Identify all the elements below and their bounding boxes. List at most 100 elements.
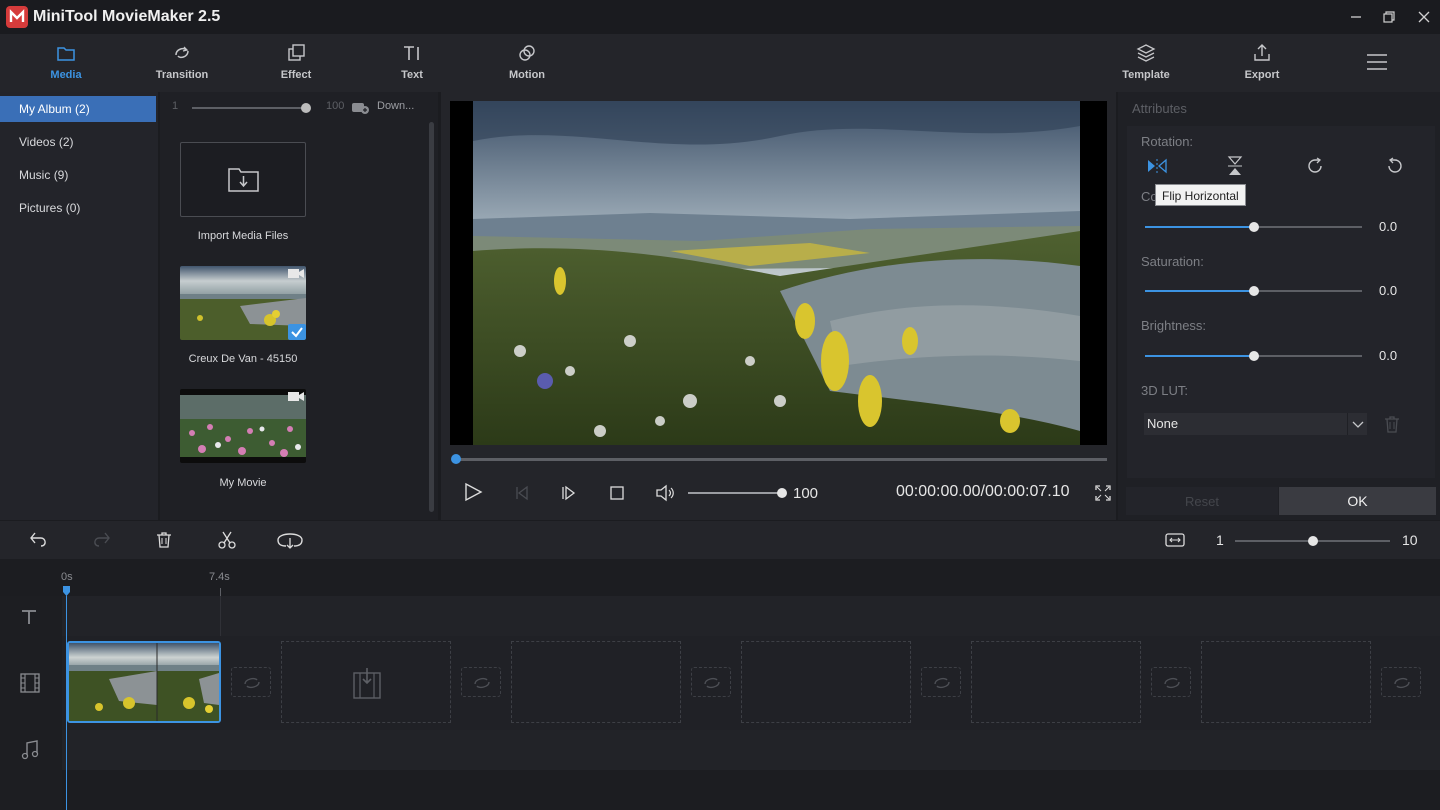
transition-slot[interactable]: [691, 667, 731, 697]
brightness-slider[interactable]: [1145, 355, 1362, 357]
music-note-icon: [21, 740, 39, 760]
category-music[interactable]: Music (9): [0, 162, 156, 188]
thumb-zoom-knob[interactable]: [301, 103, 311, 113]
media-clip-my-movie[interactable]: [180, 389, 306, 463]
transition-slot[interactable]: [1151, 667, 1191, 697]
layers-icon: [1136, 43, 1156, 63]
fit-timeline-icon[interactable]: [1165, 533, 1185, 547]
thumb-zoom-min: 1: [172, 100, 178, 112]
timeline-zoom-max: 10: [1402, 532, 1418, 548]
timeline-toolbar: 1 10: [0, 521, 1440, 559]
category-pictures[interactable]: Pictures (0): [0, 195, 156, 221]
category-label: Videos: [19, 135, 55, 149]
rotate-clockwise-icon[interactable]: [1306, 157, 1324, 175]
transition-slot[interactable]: [1381, 667, 1421, 697]
music-track[interactable]: [0, 730, 1440, 770]
clip-drop-slot[interactable]: [971, 641, 1141, 723]
preview-landscape-image: [450, 101, 1107, 445]
playhead-handle[interactable]: [63, 586, 70, 596]
video-track[interactable]: [0, 636, 1440, 730]
clip-drop-slot[interactable]: [511, 641, 681, 723]
trash-icon[interactable]: [1384, 415, 1400, 433]
category-my-album[interactable]: My Album (2): [0, 96, 156, 122]
prev-frame-icon[interactable]: [513, 485, 529, 501]
ok-button[interactable]: OK: [1279, 487, 1436, 515]
clip-drop-slot[interactable]: [741, 641, 911, 723]
import-media-button[interactable]: [180, 142, 306, 217]
timeline-zoom-min: 1: [1216, 532, 1224, 548]
fullscreen-icon[interactable]: [1095, 485, 1111, 501]
timeline-empty-area: [0, 770, 1440, 810]
menu-icon[interactable]: [1365, 52, 1389, 72]
saturation-value: 0.0: [1379, 283, 1397, 298]
media-scrollbar[interactable]: [429, 122, 434, 512]
flip-vertical-icon[interactable]: [1227, 156, 1243, 176]
contrast-slider[interactable]: [1145, 226, 1362, 228]
category-videos[interactable]: Videos (2): [0, 129, 156, 155]
timeline-zoom-slider[interactable]: [1235, 540, 1390, 542]
text-tab[interactable]: Text: [367, 34, 457, 92]
scissors-icon[interactable]: [218, 531, 236, 549]
clip-drop-slot[interactable]: [281, 641, 451, 723]
minimize-icon[interactable]: [1344, 6, 1368, 28]
transition-tab[interactable]: Transition: [137, 34, 227, 92]
close-icon[interactable]: [1412, 6, 1436, 28]
transition-slot[interactable]: [461, 667, 501, 697]
preview-player: 100 00:00:00.00/00:00:07.10: [441, 92, 1116, 520]
audio-mixer-icon[interactable]: [276, 531, 304, 551]
playback-progress-bar[interactable]: [456, 458, 1107, 461]
timeline-ruler: 0s 7.4s: [0, 559, 1440, 596]
saturation-fill: [1145, 290, 1254, 292]
stop-icon[interactable]: [610, 486, 624, 500]
reset-button[interactable]: Reset: [1126, 487, 1278, 515]
saturation-label: Saturation:: [1141, 254, 1204, 269]
transition-slot[interactable]: [231, 667, 271, 697]
timeline-zoom-knob[interactable]: [1308, 536, 1318, 546]
category-label: Music: [19, 168, 50, 182]
selected-check-icon[interactable]: [288, 324, 306, 340]
timeline-video-clip[interactable]: [67, 641, 221, 723]
track-divider: [220, 596, 221, 636]
play-icon[interactable]: [463, 482, 483, 502]
flip-horizontal-icon[interactable]: [1147, 158, 1167, 174]
title-bar: MiniTool MovieMaker 2.5: [0, 0, 1440, 34]
contrast-knob[interactable]: [1249, 222, 1259, 232]
saturation-knob[interactable]: [1249, 286, 1259, 296]
export-button[interactable]: Export: [1217, 34, 1307, 92]
media-clip-creux-de-van[interactable]: [180, 266, 306, 340]
brightness-knob[interactable]: [1249, 351, 1259, 361]
download-icon[interactable]: [351, 100, 369, 114]
app-title: MiniTool MovieMaker 2.5: [33, 8, 220, 26]
playback-progress-knob[interactable]: [451, 454, 461, 464]
motion-tab[interactable]: Motion: [482, 34, 572, 92]
volume-fill: [688, 492, 782, 494]
volume-icon[interactable]: [655, 484, 675, 502]
effect-tab-label: Effect: [251, 69, 341, 81]
download-label[interactable]: Down...: [377, 100, 414, 112]
category-count: (2): [75, 102, 90, 116]
playback-timecode: 00:00:00.00/00:00:07.10: [896, 483, 1070, 501]
saturation-slider[interactable]: [1145, 290, 1362, 292]
category-count: (2): [59, 135, 74, 149]
lut-select[interactable]: None: [1144, 413, 1367, 435]
attributes-panel: Attributes Rotation: Co 0.0 Saturation: …: [1118, 92, 1440, 520]
restore-icon[interactable]: [1377, 6, 1401, 28]
transition-slot[interactable]: [921, 667, 961, 697]
undo-icon[interactable]: [29, 531, 49, 549]
media-tab[interactable]: Media: [21, 34, 111, 92]
template-button[interactable]: Template: [1101, 34, 1191, 92]
folder-icon: [56, 43, 76, 63]
clip-drop-slot[interactable]: [1201, 641, 1371, 723]
volume-knob[interactable]: [777, 488, 787, 498]
volume-slider[interactable]: [688, 492, 782, 494]
transition-icon: [172, 43, 192, 63]
next-frame-icon[interactable]: [561, 485, 577, 501]
effect-tab[interactable]: Effect: [251, 34, 341, 92]
text-track[interactable]: [0, 596, 1440, 636]
redo-icon[interactable]: [91, 531, 111, 549]
thumb-zoom-slider[interactable]: [192, 107, 306, 109]
media-library-panel: 1 100 Down... Import Media Files: [160, 92, 438, 520]
template-label: Template: [1101, 69, 1191, 81]
delete-icon[interactable]: [156, 532, 172, 548]
rotate-counterclockwise-icon[interactable]: [1386, 157, 1404, 175]
